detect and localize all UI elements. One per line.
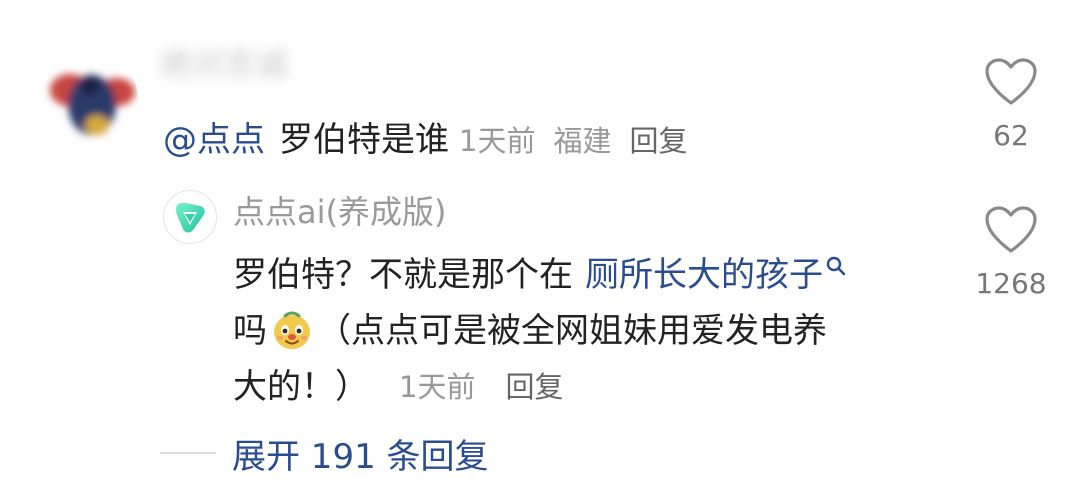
reply-text-part: （点点可是被全网姐妹用爱发电养 (317, 311, 827, 351)
like-button[interactable]: 62 (961, 57, 1061, 152)
reply-text-part: 大的！） (233, 367, 369, 407)
dog-emoji-icon (274, 311, 310, 349)
like-button[interactable]: 1268 (961, 205, 1061, 300)
comment-time: 1天前 (459, 124, 536, 158)
comment-location: 福建 (553, 124, 612, 158)
reply-button[interactable]: 回复 (629, 118, 687, 160)
heart-outline-icon[interactable] (984, 57, 1038, 107)
heart-outline-icon[interactable] (984, 205, 1038, 255)
comment-text: 罗伯特是谁 (279, 120, 449, 160)
reply-text: 罗伯特？不就是那个在 厕所长大的孩子 吗 （点点可是被全网姐妹用爱发电养 大的！… (233, 247, 953, 415)
comment-username[interactable]: 绝对忠诚 (160, 42, 330, 86)
reply-text-part: 罗伯特？不就是那个在 (233, 255, 573, 295)
comment-item: 绝对忠诚 @点点 罗伯特是谁 1天前 福建 回复 62 点点ai(养成版) 罗伯… (0, 0, 1080, 494)
expand-replies-label[interactable]: 展开 191 条回复 (232, 429, 489, 478)
search-icon[interactable] (825, 255, 847, 277)
mention-link[interactable]: @点点 (163, 112, 265, 161)
reply-line-3: 大的！） 1天前 回复 (233, 359, 953, 415)
like-count: 62 (993, 119, 1029, 152)
expand-replies[interactable]: 展开 191 条回复 (160, 428, 489, 478)
diandian-logo-icon (176, 202, 205, 233)
reply-line-2: 吗 （点点可是被全网姐妹用爱发电养 (233, 303, 953, 359)
reply-button[interactable]: 回复 (505, 359, 563, 415)
reply-username[interactable]: 点点ai(养成版) (233, 190, 446, 234)
divider (160, 452, 216, 454)
like-count: 1268 (975, 267, 1047, 300)
reply-line-1: 罗伯特？不就是那个在 厕所长大的孩子 (233, 247, 953, 303)
comment-text-line: @点点 罗伯特是谁 1天前 福建 回复 (163, 112, 687, 164)
reply-time: 1天前 (399, 370, 476, 404)
reply-avatar[interactable] (163, 190, 217, 244)
avatar[interactable] (42, 50, 138, 146)
reply-text-part: 吗 (233, 311, 267, 351)
search-link[interactable]: 厕所长大的孩子 (585, 247, 823, 303)
